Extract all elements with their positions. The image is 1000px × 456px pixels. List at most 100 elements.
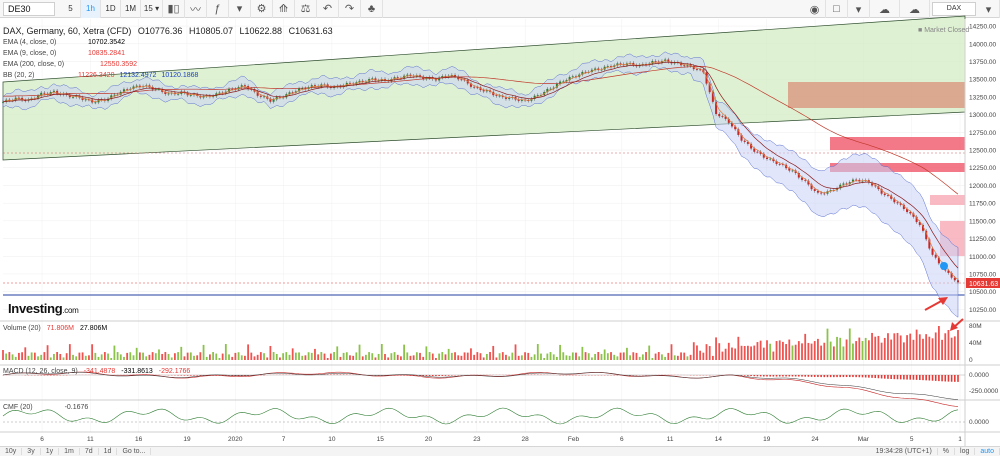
volume-bar	[766, 340, 768, 360]
volume-bar	[597, 352, 600, 360]
volume-bar	[941, 339, 943, 360]
candle-body	[135, 85, 138, 87]
range-1y[interactable]: 1y	[41, 448, 60, 455]
macd-histogram-bar	[833, 375, 835, 378]
macd-histogram-bar	[782, 375, 784, 377]
macd-histogram-bar	[438, 375, 440, 376]
range-1d[interactable]: 1d	[99, 448, 118, 455]
candle-body	[72, 96, 75, 98]
volume-bar	[371, 353, 374, 360]
macd-histogram-bar	[740, 375, 743, 376]
volume-bar	[801, 343, 803, 360]
volume-bar	[151, 352, 154, 360]
legend-ema4[interactable]: EMA (4, close, 0) 10702.3542	[3, 37, 333, 48]
cmf-legend[interactable]: CMF (20) -0.1676	[3, 404, 88, 411]
volume-bar	[196, 355, 199, 360]
volume-bar	[368, 352, 370, 360]
macd-histogram-bar	[915, 375, 918, 380]
log-toggle[interactable]: log	[955, 448, 976, 455]
clock-time[interactable]: 19:34:28 (UTC+1)	[871, 448, 938, 455]
volume-bar	[170, 357, 173, 360]
volume-bar	[282, 353, 285, 360]
range-10y[interactable]: 10y	[0, 448, 23, 455]
volume-bar	[482, 357, 485, 360]
macd-histogram-bar	[938, 375, 940, 382]
volume-bar	[314, 348, 316, 360]
volume-bar	[21, 352, 23, 360]
volume-bar	[527, 352, 530, 360]
candle-body	[721, 116, 724, 118]
volume-bar	[743, 345, 746, 360]
macd-histogram-bar	[186, 375, 189, 376]
candle-body	[473, 86, 476, 88]
last-price-label: 10631.63	[969, 281, 998, 288]
macd-histogram-bar	[451, 375, 453, 376]
price-axis[interactable]: 14250.00 14000.00 13750.00 13500.00 13250.00…	[969, 24, 996, 314]
legend-ema9[interactable]: EMA (9, close, 0) 10835.2841	[3, 48, 333, 59]
volume-bar	[307, 352, 310, 360]
candle-body	[619, 63, 622, 65]
auto-scale-toggle[interactable]: auto	[975, 448, 1000, 455]
zone-4	[930, 195, 965, 205]
goto-date-button[interactable]: Go to...	[117, 448, 152, 455]
volume-bar	[415, 352, 418, 360]
candle-body	[756, 151, 759, 153]
macd-histogram-bar	[282, 374, 284, 375]
volume-bar	[59, 353, 62, 360]
candle-body	[957, 280, 959, 283]
volume-bar	[641, 354, 644, 360]
volume-bar	[33, 352, 36, 360]
volume-bar	[731, 347, 733, 360]
bottom-bar: 10y 3y 1y 1m 7d 1d Go to... 19:34:28 (UT…	[0, 446, 1000, 456]
y-tick-label: 13000.00	[969, 112, 996, 119]
candle-body	[934, 254, 937, 258]
range-1m[interactable]: 1m	[59, 448, 80, 455]
volume-bar	[610, 352, 612, 360]
volume-bar	[148, 354, 151, 360]
volume-bar	[696, 345, 698, 360]
macd-legend[interactable]: MACD (12, 26, close, 9) -341.4878 -331.8…	[3, 368, 190, 375]
volume-bar	[272, 352, 275, 360]
candle-body	[718, 113, 721, 117]
range-7d[interactable]: 7d	[80, 448, 99, 455]
volume-bar	[167, 353, 170, 360]
volume-bar	[584, 352, 587, 360]
volume-bar	[613, 354, 616, 360]
volume-bar	[594, 353, 596, 360]
macd-histogram-bar	[747, 375, 749, 376]
candle-body	[94, 102, 97, 104]
time-axis[interactable]: 6 11 16 19 2020 7 10 15 20 23 28 Feb 6 11 14 19 24 Mar 5 1	[40, 436, 962, 443]
percent-toggle[interactable]: %	[938, 448, 956, 455]
macd-histogram-bar	[896, 375, 899, 380]
macd-histogram-bar	[928, 375, 931, 381]
macd-histogram-bar	[352, 374, 354, 375]
event-marker[interactable]	[940, 262, 948, 270]
volume-bar	[30, 352, 33, 360]
ema200-value: 12550.3592	[100, 61, 137, 68]
volume-bar	[855, 341, 858, 360]
legend-bb[interactable]: BB (20, 2) 11226.3420 12132.4972 10120.1868	[3, 70, 333, 81]
legend-ema200[interactable]: EMA (200, close, 0) 12550.3592	[3, 59, 333, 70]
macd-histogram-bar	[858, 375, 861, 378]
volume-bar	[600, 353, 603, 360]
macd-histogram-bar	[868, 375, 870, 378]
ema9-value: 10835.2841	[88, 50, 125, 57]
volume-bar	[329, 353, 332, 360]
volume-legend[interactable]: Volume (20) 71.806M 27.806M	[3, 325, 107, 332]
ema4-value: 10702.3542	[88, 39, 125, 46]
volume-bar	[715, 337, 717, 360]
volume-bar	[498, 353, 501, 360]
y-tick-label: 10750.00	[969, 271, 996, 278]
volume-bar	[489, 352, 491, 360]
volume-bar	[724, 348, 727, 360]
y-tick-label: 11250.00	[969, 236, 996, 243]
volume-bar	[390, 353, 393, 360]
volume-bar	[492, 345, 495, 360]
macd-histogram-bar	[291, 374, 294, 375]
range-3y[interactable]: 3y	[22, 448, 41, 455]
macd-histogram-bar	[839, 375, 842, 378]
volume-bar	[473, 354, 476, 360]
candle-body	[823, 193, 826, 195]
candle-body	[536, 95, 539, 96]
volume-bar	[345, 352, 348, 360]
